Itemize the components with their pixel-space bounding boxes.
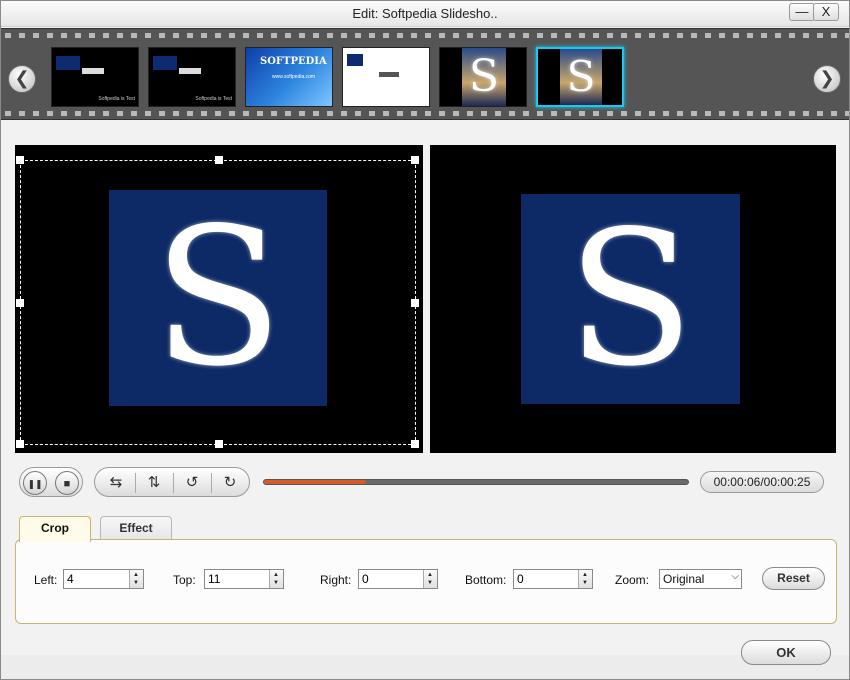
toolbar-divider (135, 473, 136, 493)
footer-bar (1, 655, 849, 679)
right-spinbox[interactable]: 0 ▲ ▼ (358, 569, 438, 589)
zoom-label: Zoom: (615, 573, 650, 587)
film-perforation-top (1, 31, 849, 41)
filmstrip: ❮ ❯ Softpedia is Test Softpedia is Test … (1, 28, 849, 120)
title-bar: Edit: Softpedia Slidesho.. — X (1, 1, 849, 27)
slide-thumbnail[interactable]: Softpedia is Test (148, 47, 236, 107)
crop-handle-left[interactable] (16, 299, 24, 307)
logo-letter: S (566, 190, 695, 407)
bottom-spinbox[interactable]: 0 ▲ ▼ (513, 569, 593, 589)
thumb-s-letter: S (468, 51, 500, 102)
crop-handle-tl[interactable] (16, 156, 24, 164)
film-perforation-bottom (1, 109, 849, 119)
rotate-ccw-icon: ↺ (185, 474, 199, 491)
thumb-logo-strip (82, 68, 104, 74)
thumb-logo-strip (379, 72, 399, 77)
pause-button[interactable]: ❚❚ (23, 471, 47, 495)
flip-vertical-button[interactable]: ⇅ (139, 472, 169, 494)
edit-window: Edit: Softpedia Slidesho.. — X ❮ ❯ Softp… (0, 0, 850, 680)
thumb-logo-block (153, 56, 177, 70)
minimize-button[interactable]: — (789, 3, 815, 21)
thumb-url: www.softpedia.com (272, 74, 316, 80)
stop-button[interactable]: ■ (55, 471, 79, 495)
flip-horizontal-icon: ⇆ (109, 474, 123, 491)
thumb-logo-strip (179, 68, 201, 74)
thumb-caption: Softpedia is Test (98, 96, 135, 102)
spin-down-icon: ▼ (273, 580, 279, 586)
crop-handle-top[interactable] (215, 156, 223, 164)
seek-bar[interactable] (263, 479, 689, 485)
thumb-logo-block (347, 54, 363, 66)
crop-handle-right[interactable] (411, 299, 419, 307)
tab-effect[interactable]: Effect (100, 516, 172, 540)
next-slide-button[interactable]: ❯ (813, 65, 841, 93)
spin-down-icon: ▼ (133, 580, 139, 586)
zoom-value: Original (663, 572, 705, 586)
thumb-brand: SOFTPEDIA (260, 56, 327, 67)
crop-handle-bl[interactable] (16, 440, 24, 448)
top-value: 11 (208, 572, 221, 586)
pause-icon: ❚❚ (27, 479, 43, 489)
ok-button[interactable]: OK (741, 640, 831, 665)
thumb-caption: Softpedia is Test (195, 96, 232, 102)
top-spinbox[interactable]: 11 ▲ ▼ (204, 569, 284, 589)
slide-thumbnail[interactable]: S (439, 47, 527, 107)
thumb-logo-block (56, 56, 80, 70)
output-preview: S (430, 145, 836, 453)
right-label: Right: (320, 573, 352, 587)
spin-down-icon: ▼ (582, 580, 588, 586)
spin-arrows[interactable]: ▲ ▼ (269, 570, 283, 588)
logo-square: S (521, 194, 740, 404)
spin-arrows[interactable]: ▲ ▼ (129, 570, 143, 588)
time-display: 00:00:06/00:00:25 (700, 471, 824, 493)
spin-arrows[interactable]: ▲ ▼ (423, 570, 437, 588)
thumb-s-letter: S (566, 52, 596, 101)
seek-progress (264, 480, 366, 484)
right-value: 0 (362, 572, 369, 586)
flip-horizontal-button[interactable]: ⇆ (101, 472, 131, 494)
rotate-left-button[interactable]: ↺ (177, 472, 207, 494)
tab-crop[interactable]: Crop (19, 516, 91, 542)
crop-settings-panel: Left: 4 ▲ ▼ Top: 11 ▲ ▼ Right: 0 ▲ ▼ Bottom… (15, 539, 837, 624)
spin-down-icon: ▼ (427, 580, 433, 586)
transform-toolbar: ⇆ ⇅ ↺ ↻ (94, 467, 250, 497)
bottom-value: 0 (517, 572, 524, 586)
rotate-cw-icon: ↻ (223, 474, 237, 491)
spin-up-icon: ▲ (427, 572, 433, 578)
flip-vertical-icon: ⇅ (147, 474, 161, 491)
window-title: Edit: Softpedia Slidesho.. (352, 6, 498, 21)
slide-thumbnail[interactable]: Softpedia is Test (51, 47, 139, 107)
left-value: 4 (67, 572, 74, 586)
crop-frame[interactable] (16, 156, 419, 448)
slide-thumbnail-selected[interactable]: S (536, 47, 624, 107)
toolbar-divider (211, 473, 212, 493)
spin-up-icon: ▲ (582, 572, 588, 578)
slide-thumbnail[interactable]: SOFTPEDIA www.softpedia.com (245, 47, 333, 107)
zoom-select[interactable]: Original ⌵ (659, 569, 742, 589)
spin-up-icon: ▲ (133, 572, 139, 578)
left-spinbox[interactable]: 4 ▲ ▼ (63, 569, 144, 589)
bottom-label: Bottom: (465, 573, 507, 587)
spin-up-icon: ▲ (273, 572, 279, 578)
reset-button[interactable]: Reset (762, 567, 825, 590)
playback-controls: ❚❚ ■ (19, 467, 83, 497)
left-label: Left: (34, 573, 58, 587)
chevron-down-icon: ⌵ (731, 571, 739, 582)
close-button[interactable]: X (813, 3, 839, 21)
chevron-left-icon: ❮ (14, 68, 30, 88)
rotate-right-button[interactable]: ↻ (215, 472, 245, 494)
stop-icon: ■ (63, 478, 71, 490)
crop-handle-bottom[interactable] (215, 440, 223, 448)
chevron-right-icon: ❯ (819, 68, 835, 88)
prev-slide-button[interactable]: ❮ (8, 65, 36, 93)
crop-handle-tr[interactable] (411, 156, 419, 164)
top-label: Top: (173, 573, 196, 587)
source-preview[interactable]: S (15, 145, 423, 453)
slide-thumbnail[interactable] (342, 47, 430, 107)
crop-handle-br[interactable] (411, 440, 419, 448)
spin-arrows[interactable]: ▲ ▼ (578, 570, 592, 588)
toolbar-divider (173, 473, 174, 493)
